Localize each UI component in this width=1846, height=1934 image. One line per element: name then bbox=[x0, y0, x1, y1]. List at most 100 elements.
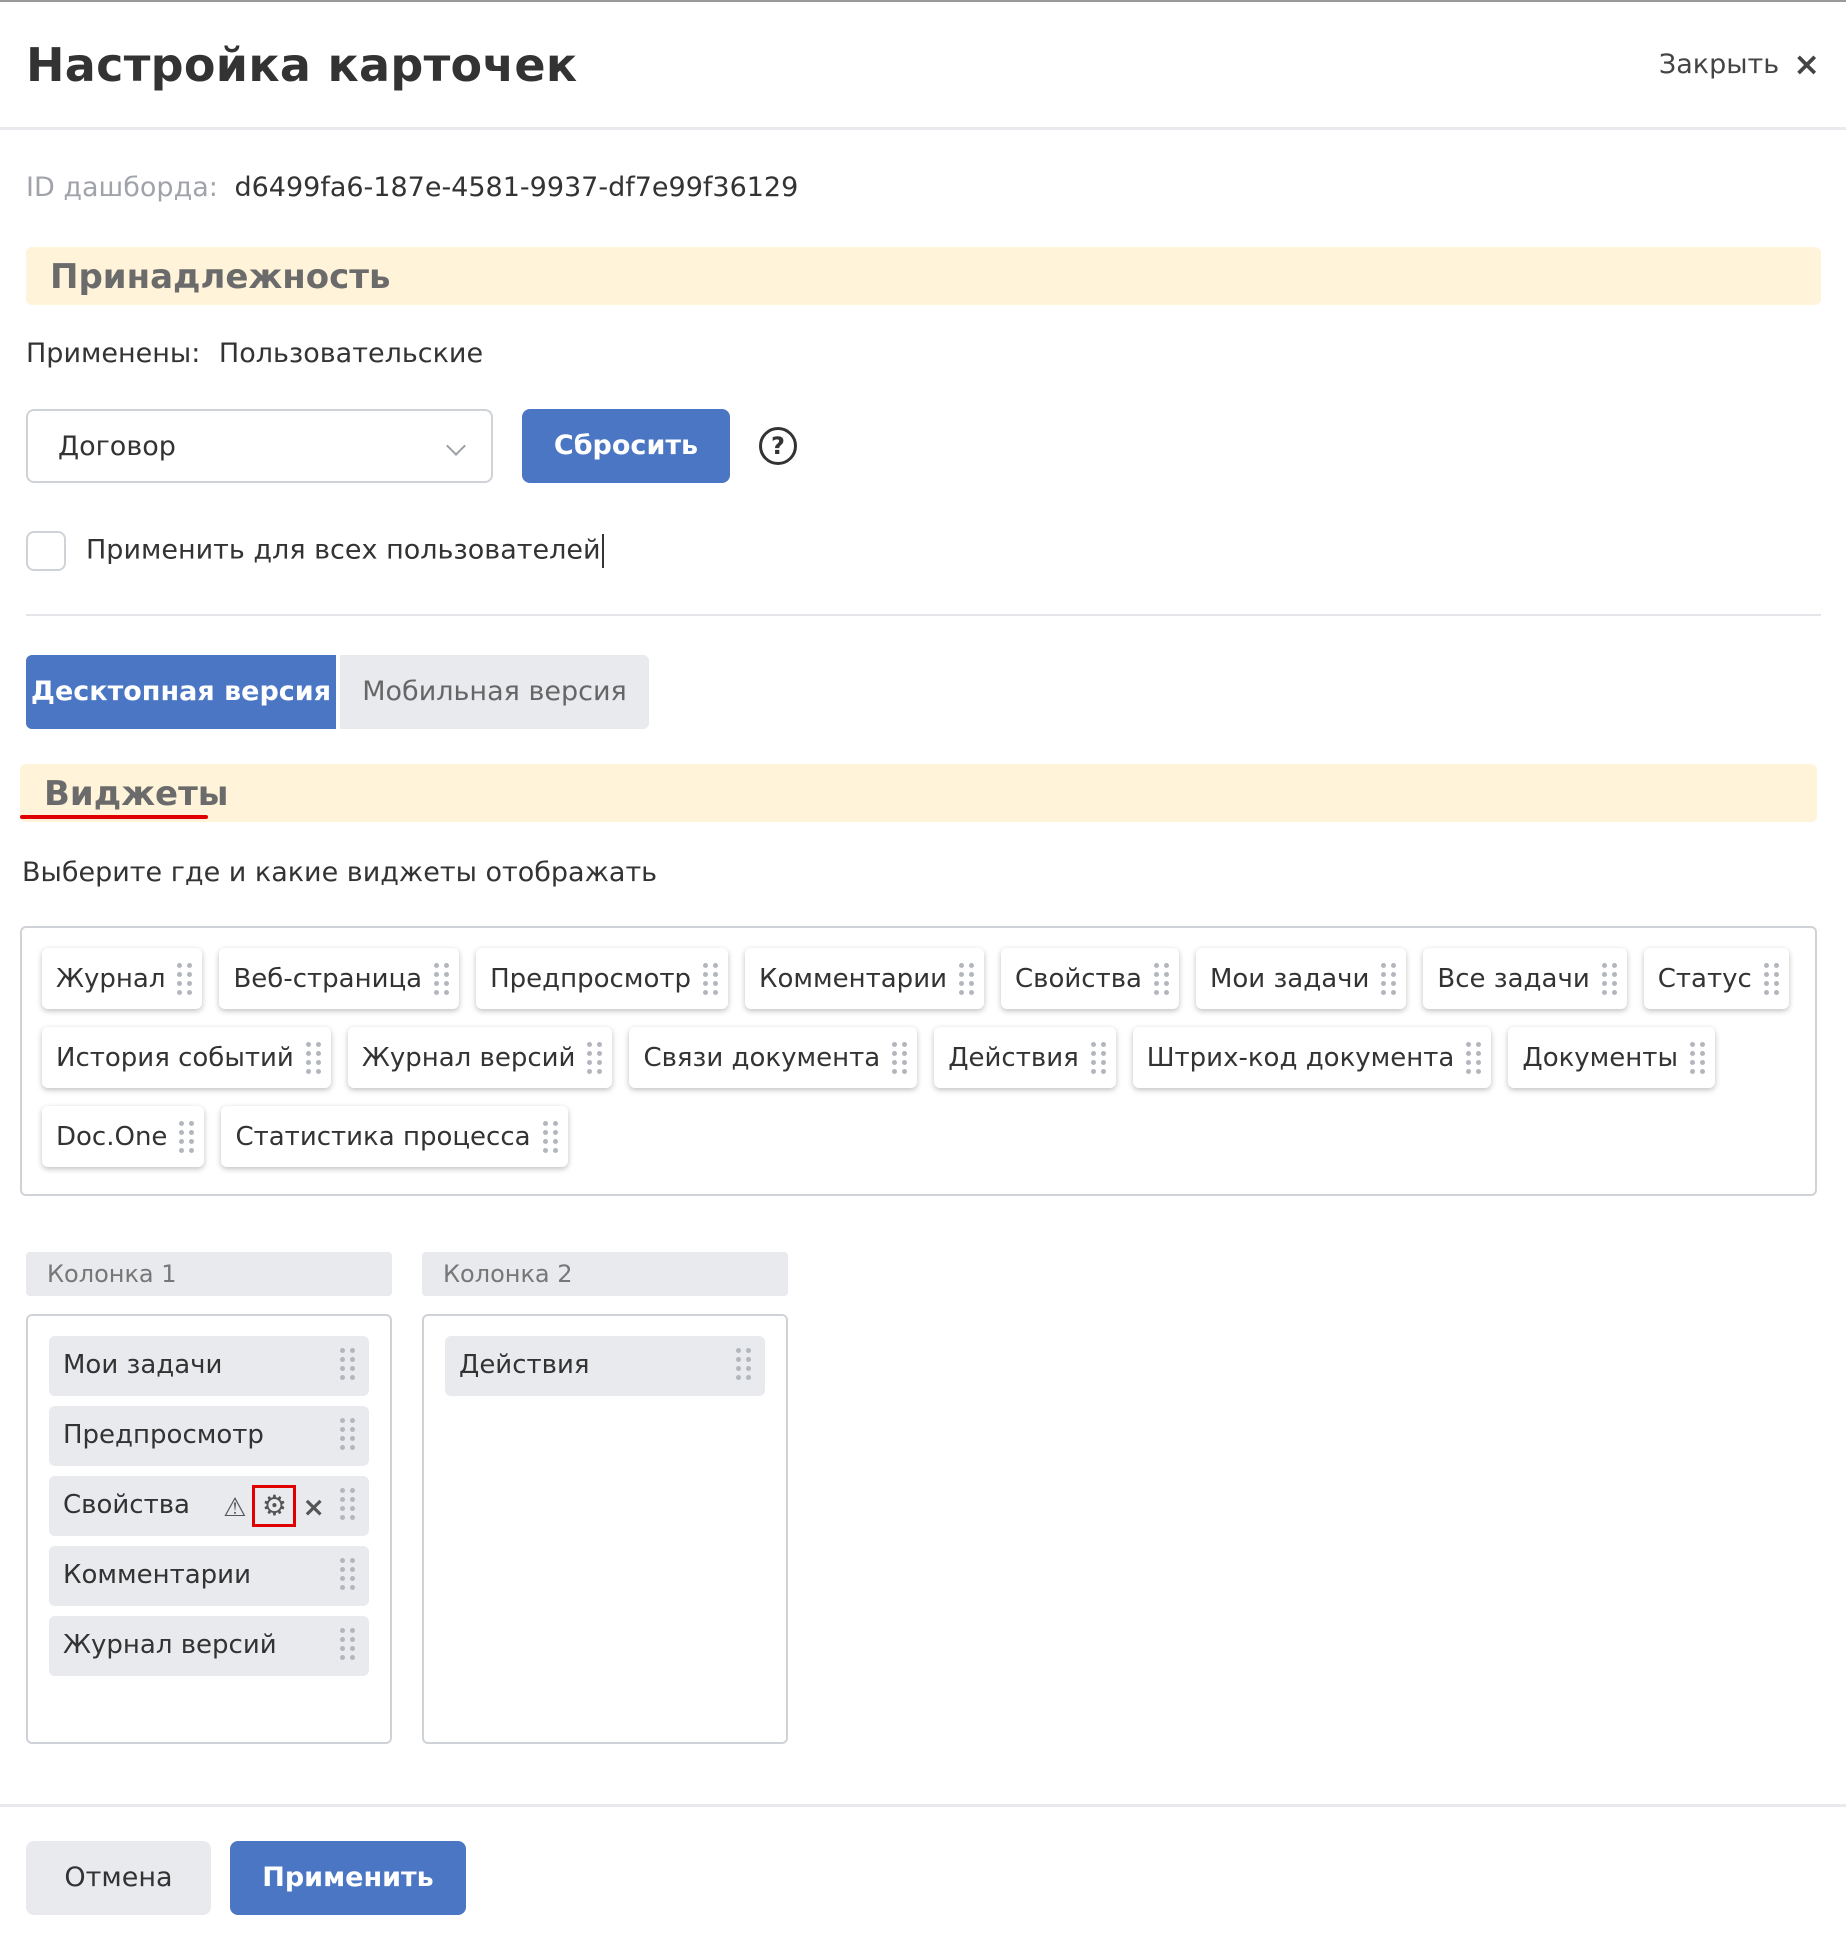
drag-handle-icon[interactable] bbox=[958, 962, 974, 995]
drag-handle-icon[interactable] bbox=[1601, 962, 1617, 995]
widget-chip[interactable]: Штрих-код документа bbox=[1132, 1027, 1492, 1088]
drag-handle-icon[interactable] bbox=[340, 1348, 355, 1380]
drag-handle-icon[interactable] bbox=[1466, 1041, 1482, 1074]
close-icon: × bbox=[1793, 45, 1820, 83]
dashboard-id-value: d6499fa6-187e-4581-9937-df7e99f36129 bbox=[234, 172, 799, 203]
widget-pool-chips: Журнал Веб-страница Предпросмотр Комментари… bbox=[42, 948, 1795, 1167]
widget-chip-label: Комментарии bbox=[759, 963, 947, 994]
apply-all-label[interactable]: Применить для всех пользователей bbox=[86, 534, 604, 568]
warning-icon: ⚠ bbox=[223, 1493, 247, 1523]
column-1-header: Колонка 1 bbox=[26, 1252, 392, 1296]
card-type-select[interactable]: Договор bbox=[26, 409, 493, 483]
drag-handle-icon[interactable] bbox=[892, 1041, 908, 1074]
widget-chip-label: Doc.One bbox=[56, 1121, 168, 1152]
column-2-dropzone[interactable]: Действия bbox=[422, 1314, 788, 1744]
close-button[interactable]: Закрыть × bbox=[1659, 48, 1820, 80]
help-icon[interactable]: ? bbox=[759, 427, 797, 465]
widgets-section-title: Виджеты bbox=[44, 774, 229, 814]
section-divider bbox=[26, 614, 1821, 616]
widget-chip-label: Предпросмотр bbox=[490, 963, 692, 994]
drag-handle-icon[interactable] bbox=[703, 962, 719, 995]
drag-handle-icon[interactable] bbox=[340, 1558, 355, 1590]
drag-handle-icon[interactable] bbox=[305, 1041, 321, 1074]
apply-all-label-text: Применить для всех пользователей bbox=[86, 534, 601, 566]
widget-chip[interactable]: Журнал bbox=[42, 948, 203, 1009]
apply-button[interactable]: Применить bbox=[230, 1841, 466, 1915]
apply-all-checkbox[interactable] bbox=[26, 531, 66, 571]
widget-chip[interactable]: Комментарии bbox=[745, 948, 984, 1009]
widget-chip[interactable]: Статус bbox=[1643, 948, 1789, 1009]
column-widget-label: Свойства bbox=[63, 1490, 190, 1520]
widget-chip-label: Штрих-код документа bbox=[1146, 1042, 1455, 1073]
text-cursor bbox=[601, 534, 604, 568]
drag-handle-icon[interactable] bbox=[1153, 962, 1169, 995]
widget-chip[interactable]: Свойства bbox=[1000, 948, 1179, 1009]
column-widget-item[interactable]: Мои задачи bbox=[49, 1336, 369, 1396]
column-widget-item[interactable]: Предпросмотр bbox=[49, 1406, 369, 1466]
widget-chip-label: Свойства bbox=[1014, 963, 1142, 994]
column-2-items: Действия bbox=[445, 1336, 765, 1396]
widget-chip[interactable]: Мои задачи bbox=[1195, 948, 1407, 1009]
tab-desktop[interactable]: Десктопная версия bbox=[26, 655, 336, 729]
widget-chip[interactable]: История событий bbox=[42, 1027, 331, 1088]
drag-handle-icon[interactable] bbox=[1763, 962, 1779, 995]
applied-value: Пользовательские bbox=[218, 338, 484, 369]
widget-chip-label: Все задачи bbox=[1437, 963, 1590, 994]
card-type-select-value: Договор bbox=[58, 431, 176, 462]
widget-chip[interactable]: Документы bbox=[1508, 1027, 1715, 1088]
reset-button[interactable]: Сбросить bbox=[522, 409, 730, 483]
gear-icon[interactable]: ⚙ bbox=[252, 1485, 297, 1527]
widgets-instruction: Выберите где и какие виджеты отображать bbox=[22, 857, 658, 888]
column-1-items: Мои задачи Предпросмотр Свойства ⚠ ⚙ × Коммент… bbox=[49, 1336, 369, 1676]
widget-pool: Журнал Веб-страница Предпросмотр Комментари… bbox=[20, 926, 1817, 1196]
drag-handle-icon[interactable] bbox=[542, 1120, 558, 1153]
widget-chip[interactable]: Предпросмотр bbox=[476, 948, 729, 1009]
annotation-underline bbox=[20, 815, 208, 819]
drag-handle-icon[interactable] bbox=[587, 1041, 603, 1074]
column-widget-label: Комментарии bbox=[63, 1560, 251, 1590]
drag-handle-icon[interactable] bbox=[340, 1628, 355, 1660]
column-widget-label: Журнал версий bbox=[63, 1630, 277, 1660]
widget-chip-label: Журнал версий bbox=[361, 1042, 576, 1073]
column-widget-label: Действия bbox=[459, 1350, 590, 1380]
column-widget-item[interactable]: Свойства ⚠ ⚙ × bbox=[49, 1476, 369, 1536]
cancel-button[interactable]: Отмена bbox=[26, 1841, 211, 1915]
apply-all-row: Применить для всех пользователей bbox=[26, 531, 604, 571]
widget-chip[interactable]: Связи документа bbox=[629, 1027, 918, 1088]
widget-chip-label: Связи документа bbox=[643, 1042, 881, 1073]
widget-chip[interactable]: Статистика процесса bbox=[221, 1106, 568, 1167]
widget-item-tools: ⚠ ⚙ × bbox=[223, 1485, 325, 1527]
dialog-title: Настройка карточек bbox=[26, 38, 578, 92]
widget-chip-label: Журнал bbox=[56, 963, 166, 994]
widget-chip[interactable]: Действия bbox=[934, 1027, 1116, 1088]
drag-handle-icon[interactable] bbox=[736, 1348, 751, 1380]
chevron-down-icon bbox=[446, 436, 466, 456]
dashboard-id-row: ID дашборда: d6499fa6-187e-4581-9937-df7… bbox=[26, 172, 798, 203]
widget-chip[interactable]: Веб-страница bbox=[219, 948, 460, 1009]
widget-chip-label: Статус bbox=[1657, 963, 1752, 994]
column-1-dropzone[interactable]: Мои задачи Предпросмотр Свойства ⚠ ⚙ × Коммент… bbox=[26, 1314, 392, 1744]
column-widget-item[interactable]: Журнал версий bbox=[49, 1616, 369, 1676]
widget-chip-label: Мои задачи bbox=[1209, 963, 1370, 994]
widget-chip[interactable]: Doc.One bbox=[42, 1106, 205, 1167]
drag-handle-icon[interactable] bbox=[179, 1120, 195, 1153]
close-label: Закрыть bbox=[1658, 48, 1780, 80]
dashboard-id-label: ID дашборда: bbox=[26, 172, 218, 203]
tab-mobile[interactable]: Мобильная версия bbox=[340, 655, 649, 729]
belonging-section-header: Принадлежность bbox=[26, 247, 1821, 305]
column-widget-item[interactable]: Действия bbox=[445, 1336, 765, 1396]
drag-handle-icon[interactable] bbox=[1090, 1041, 1106, 1074]
footer-divider bbox=[0, 1804, 1846, 1807]
widget-chip[interactable]: Все задачи bbox=[1423, 948, 1627, 1009]
drag-handle-icon[interactable] bbox=[1381, 962, 1397, 995]
widget-chip[interactable]: Журнал версий bbox=[347, 1027, 613, 1088]
drag-handle-icon[interactable] bbox=[340, 1488, 355, 1520]
drag-handle-icon[interactable] bbox=[177, 962, 193, 995]
widget-chip-label: Действия bbox=[948, 1042, 1079, 1073]
widget-chip-label: Веб-страница bbox=[233, 963, 423, 994]
remove-icon[interactable]: × bbox=[302, 1492, 325, 1524]
column-widget-item[interactable]: Комментарии bbox=[49, 1546, 369, 1606]
drag-handle-icon[interactable] bbox=[434, 962, 450, 995]
drag-handle-icon[interactable] bbox=[340, 1418, 355, 1450]
drag-handle-icon[interactable] bbox=[1689, 1041, 1705, 1074]
